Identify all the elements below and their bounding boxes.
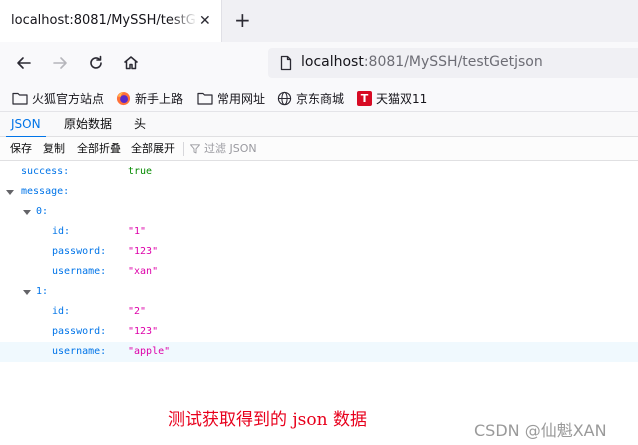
tree-row-field-selected[interactable]: username: "apple" (0, 342, 638, 362)
tree-row-success[interactable]: success: true (0, 162, 638, 182)
bookmark-tmall[interactable]: T 天猫双11 (357, 89, 427, 107)
json-value: "1" (128, 226, 147, 237)
json-key: username: (52, 346, 107, 357)
json-toolbar: 保存 复制 全部折叠 全部展开 过滤 JSON (0, 137, 638, 161)
tree-row-message[interactable]: message: (0, 182, 638, 202)
arrow-left-icon[interactable] (15, 54, 33, 72)
globe-icon (277, 91, 292, 105)
json-viewer-tabs: JSON 原始数据 头 (0, 112, 638, 138)
tmall-icon: T (357, 90, 372, 106)
bookmark-label: 天猫双11 (376, 91, 428, 106)
tree-row-field[interactable]: password: "123" (0, 322, 638, 342)
expand-toggle-icon[interactable] (6, 190, 14, 195)
json-key: id: (52, 306, 71, 317)
json-key: id: (52, 226, 71, 237)
json-value: true (128, 166, 153, 177)
json-key: username: (52, 266, 107, 277)
watermark-text: CSDN @仙魁XAN (474, 421, 607, 440)
bookmarks-toolbar: 火狐官方站点 新手上路 常用网址 京东商城 T 天猫双11 (0, 84, 638, 112)
json-key: 1: (36, 286, 49, 297)
bookmark-label: 常用网址 (217, 91, 266, 106)
filter-icon (190, 144, 200, 154)
url-path: :8081/MySSH/testGetjson (363, 54, 543, 70)
home-icon[interactable] (122, 54, 140, 72)
filter-json-input[interactable]: 过滤 JSON (190, 137, 257, 161)
bookmark-common-sites[interactable]: 常用网址 (197, 89, 265, 107)
json-key: 0: (36, 206, 49, 217)
bookmark-getting-started[interactable]: 新手上路 (116, 89, 183, 107)
close-icon[interactable]: ✕ (199, 13, 211, 29)
tab-raw-data[interactable]: 原始数据 (64, 112, 112, 137)
tab-strip: localhost:8081/MySSH/testGetjson ✕ + (0, 0, 638, 42)
arrow-right-icon[interactable] (51, 54, 69, 72)
json-value: "2" (128, 306, 147, 317)
tree-row-item-0[interactable]: 0: (0, 202, 638, 222)
collapse-all-button[interactable]: 全部折叠 (77, 137, 121, 161)
folder-icon (12, 92, 28, 105)
json-value: "123" (128, 326, 159, 337)
folder-icon (197, 92, 213, 105)
bookmark-label: 京东商城 (296, 91, 345, 106)
url-bar[interactable]: localhost:8081/MySSH/testGetjson (268, 48, 638, 78)
nav-bar: localhost:8081/MySSH/testGetjson (0, 42, 638, 84)
tree-row-field[interactable]: password: "123" (0, 242, 638, 262)
copy-button[interactable]: 复制 (43, 137, 65, 161)
bookmark-firefox-official[interactable]: 火狐官方站点 (12, 89, 104, 107)
reload-icon[interactable] (87, 54, 105, 72)
caption-text: 测试获取得到的 json 数据 (168, 410, 367, 430)
browser-tab-active[interactable]: localhost:8081/MySSH/testGetjson ✕ (0, 0, 222, 42)
bookmark-label: 火狐官方站点 (32, 91, 105, 106)
page-icon[interactable] (278, 55, 294, 71)
tab-headers[interactable]: 头 (134, 112, 146, 137)
json-key: message: (21, 186, 70, 197)
url-host: localhost (301, 54, 364, 70)
tab-title: localhost:8081/MySSH/testGetjson (11, 13, 197, 28)
bookmark-label: 新手上路 (135, 91, 184, 106)
tree-row-field[interactable]: username: "xan" (0, 262, 638, 282)
bookmark-jd-mall[interactable]: 京东商城 (277, 89, 344, 107)
tree-row-field[interactable]: id: "2" (0, 302, 638, 322)
toolbar-divider (183, 142, 184, 156)
expand-all-button[interactable]: 全部展开 (131, 137, 175, 161)
tree-row-field[interactable]: id: "1" (0, 222, 638, 242)
expand-toggle-icon[interactable] (23, 290, 31, 295)
json-value: "apple" (128, 346, 171, 357)
tab-json[interactable]: JSON (6, 112, 46, 138)
firefox-icon (116, 91, 131, 105)
url-text[interactable]: localhost:8081/MySSH/testGetjson (301, 54, 543, 70)
json-key: password: (52, 246, 107, 257)
json-key: success: (21, 166, 70, 177)
filter-placeholder: 过滤 JSON (204, 142, 257, 155)
json-value: "xan" (128, 266, 159, 277)
expand-toggle-icon[interactable] (23, 210, 31, 215)
json-value: "123" (128, 246, 159, 257)
json-key: password: (52, 326, 107, 337)
save-button[interactable]: 保存 (10, 137, 32, 161)
tree-row-item-1[interactable]: 1: (0, 282, 638, 302)
new-tab-icon[interactable]: + (234, 10, 251, 30)
